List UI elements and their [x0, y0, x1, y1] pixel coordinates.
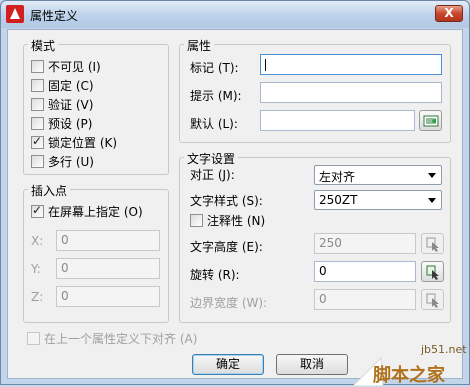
- tag-input[interactable]: [260, 54, 442, 75]
- text-height-input[interactable]: 250: [314, 233, 416, 254]
- boundary-width-label: 边界宽度 (W):: [190, 296, 268, 310]
- y-input[interactable]: 0: [56, 258, 160, 279]
- pick-point-icon: [426, 265, 439, 280]
- attribute-group-title: 属性: [184, 37, 215, 54]
- ok-button[interactable]: 确定: [192, 354, 264, 375]
- dialog-body: 模式 不可见 (I) 固定 (C) 验证 (V) 预设 (P) 锁定位置 (K)…: [7, 29, 463, 379]
- verify-label: 验证 (V): [48, 98, 94, 112]
- default-label: 默认 (L):: [190, 117, 238, 131]
- lock-position-label: 锁定位置 (K): [48, 136, 118, 150]
- insertion-point-group-title: 插入点: [28, 182, 71, 199]
- align-below-checkbox[interactable]: [27, 332, 40, 345]
- boundary-width-input[interactable]: 0: [314, 289, 416, 310]
- pick-point-icon: [426, 237, 439, 252]
- x-label: X:: [31, 234, 44, 248]
- mode-group: 模式 不可见 (I) 固定 (C) 验证 (V) 预设 (P) 锁定位置 (K)…: [23, 37, 169, 175]
- insert-field-icon: [423, 115, 439, 127]
- text-style-select[interactable]: 250ZT: [314, 190, 442, 210]
- preset-checkbox[interactable]: [31, 117, 44, 130]
- y-label: Y:: [31, 262, 41, 276]
- text-settings-group: 文字设置 对正 (J): 左对齐 文字样式 (S): 250ZT 注释性 (N)…: [179, 150, 451, 323]
- window-title: 属性定义: [30, 9, 79, 23]
- chevron-down-icon: [428, 173, 436, 178]
- invisible-checkbox[interactable]: [31, 60, 44, 73]
- text-settings-group-title: 文字设置: [184, 150, 239, 167]
- x-input[interactable]: 0: [56, 230, 160, 251]
- cancel-button[interactable]: 取消: [276, 354, 348, 375]
- pick-boundary-width-button[interactable]: [421, 289, 444, 310]
- text-style-label: 文字样式 (S):: [190, 194, 263, 208]
- mode-group-title: 模式: [28, 37, 59, 54]
- annotative-checkbox[interactable]: [190, 214, 203, 227]
- z-input[interactable]: 0: [56, 286, 160, 307]
- justification-value: 左对齐: [319, 170, 356, 184]
- close-button[interactable]: X: [435, 5, 463, 22]
- text-style-value: 250ZT: [319, 193, 358, 207]
- z-label: Z:: [31, 290, 44, 304]
- align-below-label: 在上一个属性定义下对齐 (A): [44, 332, 198, 346]
- default-input[interactable]: [260, 110, 415, 131]
- autocad-app-icon: [6, 5, 24, 23]
- attribute-definition-dialog: 属性定义 X 模式 不可见 (I) 固定 (C) 验证 (V) 预设 (P) 锁…: [0, 0, 470, 386]
- justification-label: 对正 (J):: [190, 168, 235, 182]
- specify-on-screen-label: 在屏幕上指定 (O): [48, 205, 143, 219]
- verify-checkbox[interactable]: [31, 98, 44, 111]
- attribute-group: 属性 标记 (T): 提示 (M): 默认 (L):: [179, 37, 451, 143]
- text-height-label: 文字高度 (E):: [190, 240, 263, 254]
- pick-rotation-button[interactable]: [421, 261, 444, 282]
- watermark-text: 脚本之家: [373, 365, 445, 386]
- annotative-label: 注释性 (N): [207, 214, 266, 228]
- chevron-down-icon: [428, 198, 436, 203]
- specify-on-screen-checkbox[interactable]: [31, 203, 44, 218]
- preset-label: 预设 (P): [48, 117, 93, 131]
- constant-checkbox[interactable]: [31, 79, 44, 92]
- text-caret: [265, 59, 266, 71]
- prompt-input[interactable]: [260, 82, 442, 103]
- multiline-checkbox[interactable]: [31, 155, 44, 168]
- invisible-label: 不可见 (I): [48, 60, 101, 74]
- multiline-label: 多行 (U): [48, 155, 94, 169]
- lock-position-checkbox[interactable]: [31, 134, 44, 149]
- title-bar[interactable]: 属性定义 X: [1, 1, 469, 28]
- justification-select[interactable]: 左对齐: [314, 165, 442, 185]
- pick-height-button[interactable]: [421, 233, 444, 254]
- rotation-label: 旋转 (R):: [190, 268, 240, 282]
- prompt-label: 提示 (M):: [190, 89, 242, 103]
- constant-label: 固定 (C): [48, 79, 94, 93]
- tag-label: 标记 (T):: [190, 61, 239, 75]
- rotation-input[interactable]: 0: [314, 261, 416, 282]
- pick-point-icon: [426, 293, 439, 308]
- watermark-site: jb51.net: [421, 343, 467, 356]
- insertion-point-group: 插入点 在屏幕上指定 (O) X: 0 Y: 0 Z: 0: [23, 182, 169, 323]
- insert-field-button[interactable]: [419, 110, 442, 131]
